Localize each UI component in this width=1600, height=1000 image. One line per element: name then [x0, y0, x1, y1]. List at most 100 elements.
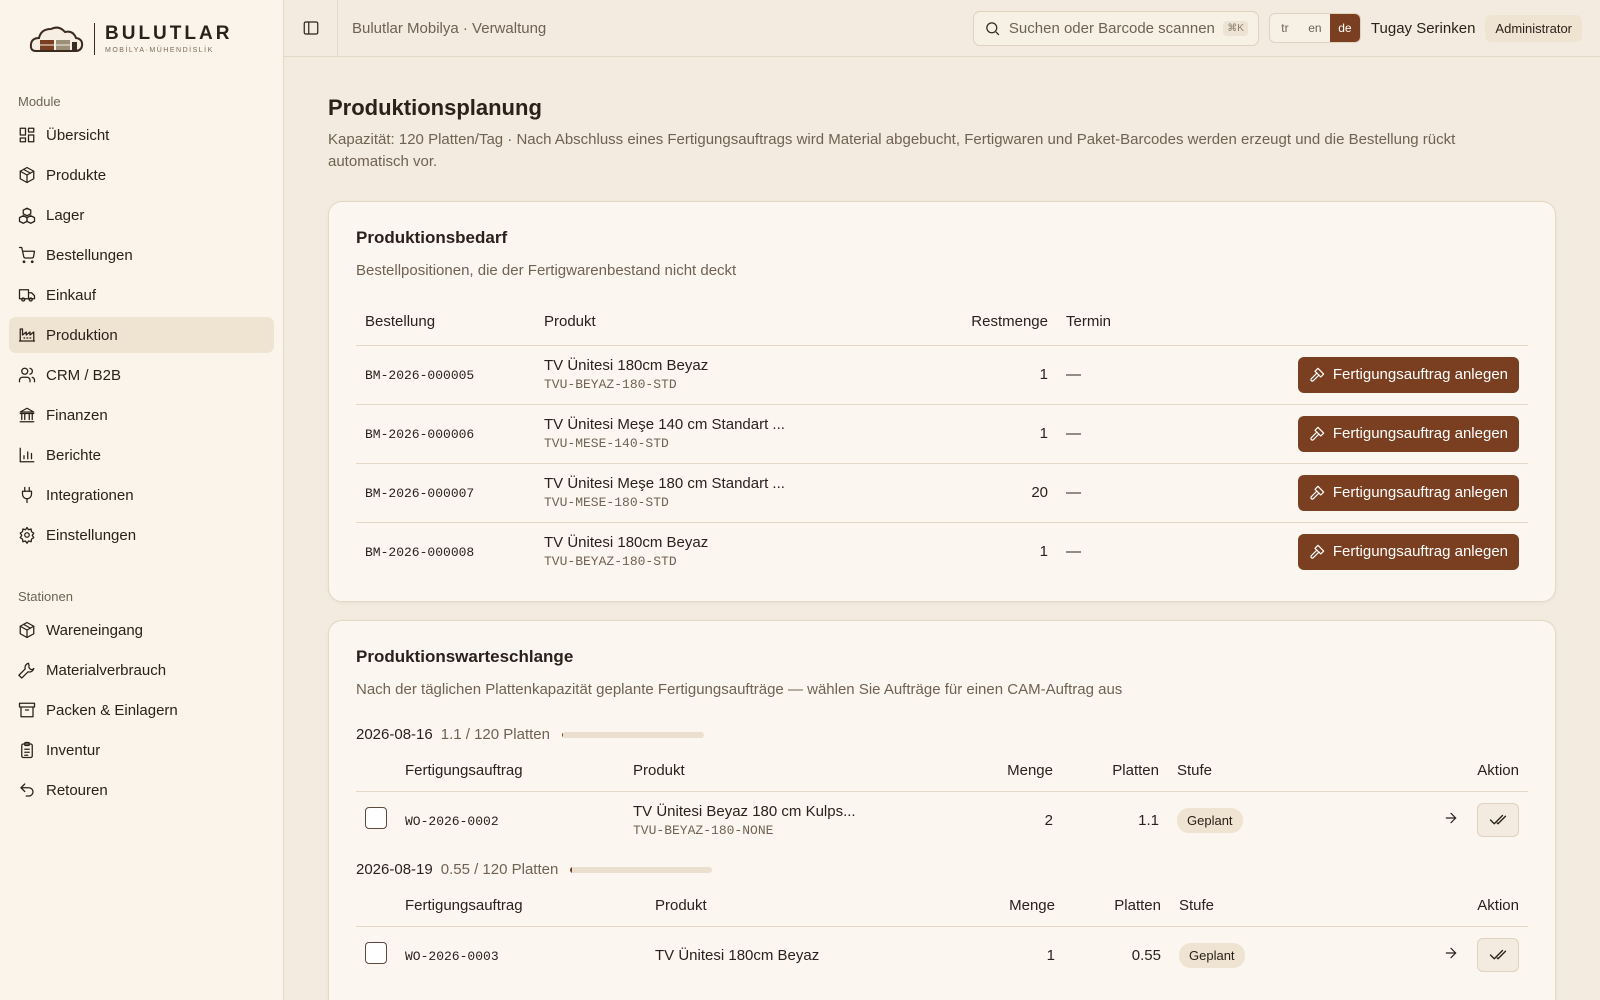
page-description: Kapazität: 120 Platten/Tag · Nach Abschl…	[328, 131, 1456, 170]
due-date: —	[1048, 463, 1152, 523]
search-shortcut: ⌘K	[1223, 20, 1248, 36]
arrow-right-icon	[1445, 812, 1457, 824]
sidebar-item-finanzen[interactable]: Finanzen	[9, 397, 274, 433]
page-title: Produktionsplanung	[328, 95, 542, 120]
advance-button[interactable]	[1443, 810, 1459, 830]
work-order-number[interactable]: WO-2026-0003	[405, 949, 499, 964]
sidebar-item-integrationen[interactable]: Integrationen	[9, 477, 274, 513]
demand-title: Produktionsbedarf	[356, 228, 508, 247]
sidebar-item-packen[interactable]: Packen & Einlagern	[9, 692, 274, 728]
sidebar-item-label: Lager	[46, 206, 85, 224]
sidebar-item-einkauf[interactable]: Einkauf	[9, 277, 274, 313]
queue-table: Fertigungsauftrag Produkt Menge Platten …	[356, 751, 1528, 849]
archive-icon	[18, 702, 36, 718]
product-name: TV Ünitesi Beyaz 180 cm Kulps...	[633, 802, 856, 820]
sidebar-item-label: Inventur	[46, 741, 101, 759]
day-capacity: 0.55 / 120 Platten	[440, 861, 559, 878]
column-header-qty: Menge	[933, 751, 1053, 792]
advance-button[interactable]	[1443, 945, 1459, 965]
complete-button[interactable]	[1477, 938, 1519, 973]
sidebar-item-crm[interactable]: CRM / B2B	[9, 357, 274, 393]
clipboard-icon	[21, 741, 33, 759]
table-row: BM-2026-000005 TV Ünitesi 180cm Beyaz TVU…	[356, 345, 1528, 405]
product-sku: TVU-MESE-140-STD	[544, 436, 669, 451]
cloud-logo-icon	[29, 26, 84, 52]
sidebar-item-lager[interactable]: Lager	[9, 197, 274, 233]
sidebar-item-label: CRM / B2B	[46, 366, 122, 384]
package-icon	[19, 166, 35, 184]
sidebar-item-materialverbrauch[interactable]: Materialverbrauch	[9, 652, 274, 688]
create-work-order-button[interactable]: Fertigungsauftrag anlegen	[1297, 415, 1519, 452]
sidebar-item-label: Berichte	[46, 446, 102, 464]
sidebar-item-produkte[interactable]: Produkte	[9, 157, 274, 193]
sidebar-item-berichte[interactable]: Berichte	[9, 437, 274, 473]
factory-icon	[18, 328, 36, 342]
sidebar-item-retouren[interactable]: Retouren	[9, 772, 274, 808]
language-de-button[interactable]: de	[1329, 14, 1360, 42]
brand-name: BULUTLAR	[105, 23, 233, 44]
product-name: TV Ünitesi Meşe 140 cm Standart ...	[544, 416, 785, 433]
boxes-icon	[18, 207, 36, 224]
complete-button[interactable]	[1477, 803, 1519, 838]
sidebar-toggle-button[interactable]	[284, 0, 338, 57]
sidebar-item-label: Übersicht	[46, 126, 110, 144]
sidebar-item-produktion[interactable]: Produktion	[9, 317, 274, 353]
user-role-badge: Administrator	[1485, 14, 1582, 42]
order-number[interactable]: BM-2026-000005	[365, 368, 474, 383]
capacity-fill	[570, 866, 572, 873]
language-tr-button[interactable]: tr	[1270, 14, 1300, 42]
demand-card: Produktionsbedarf Bestellpositionen, die…	[328, 201, 1556, 602]
column-header-action: Aktion	[1341, 751, 1528, 792]
sidebar-item-label: Einstellungen	[46, 526, 137, 544]
product-name: TV Ünitesi 180cm Beyaz	[544, 357, 709, 374]
brand-logo[interactable]: BULUTLAR MOBİLYA·MÜHENDİSLİK	[0, 0, 283, 78]
sidebar-item-label: Bestellungen	[46, 246, 133, 264]
product-name: TV Ünitesi Meşe 180 cm Standart ...	[544, 475, 785, 492]
due-date: —	[1066, 543, 1081, 561]
column-header-product: Produkt	[633, 751, 933, 792]
search-input[interactable]: Suchen oder Barcode scannen ⌘K	[972, 10, 1259, 46]
sidebar-item-einstellungen[interactable]: Einstellungen	[9, 517, 274, 553]
product-name: TV Ünitesi 180cm Beyaz	[655, 946, 820, 964]
column-header-due: Termin	[1048, 299, 1152, 346]
work-order-number[interactable]: WO-2026-0002	[405, 814, 499, 829]
queue-day-header: 2026-08-16 1.1 / 120 Platten	[356, 726, 1528, 743]
wrench-icon	[18, 662, 35, 679]
sidebar-item-label: Finanzen	[46, 406, 108, 424]
column-header-product: Produkt	[655, 886, 955, 927]
select-checkbox[interactable]	[365, 942, 387, 965]
create-work-order-button[interactable]: Fertigungsauftrag anlegen	[1297, 533, 1519, 570]
undo-icon	[20, 783, 34, 797]
order-number[interactable]: BM-2026-000007	[365, 486, 474, 501]
sidebar-item-uebersicht[interactable]: Übersicht	[9, 117, 274, 153]
sidebar-item-inventur[interactable]: Inventur	[9, 732, 274, 768]
column-header-panels: Platten	[1053, 751, 1159, 792]
brand-tagline: MOBİLYA·MÜHENDİSLİK	[105, 47, 214, 54]
user-name[interactable]: Tugay Serinken	[1371, 20, 1476, 37]
order-number[interactable]: BM-2026-000008	[365, 545, 474, 560]
queue-title: Produktionswarteschlange	[356, 647, 574, 666]
remaining-qty: 1	[844, 345, 1048, 405]
button-label: Fertigungsauftrag anlegen	[1332, 543, 1508, 561]
create-work-order-button[interactable]: Fertigungsauftrag anlegen	[1297, 356, 1519, 393]
sidebar-item-wareneingang[interactable]: Wareneingang	[9, 612, 274, 648]
logo-divider	[94, 23, 95, 55]
language-en-button[interactable]: en	[1300, 14, 1330, 42]
stage-badge: Geplant	[1177, 807, 1243, 833]
create-work-order-button[interactable]: Fertigungsauftrag anlegen	[1297, 474, 1519, 511]
quantity: 2	[1044, 811, 1053, 829]
column-header-work-order: Fertigungsauftrag	[405, 751, 633, 792]
due-date: —	[1048, 404, 1152, 464]
table-row: WO-2026-0002 TV Ünitesi Beyaz 180 cm Kul…	[356, 791, 1528, 849]
sidebar-item-label: Wareneingang	[46, 621, 144, 639]
chart-icon	[19, 447, 35, 463]
package-icon	[19, 621, 35, 639]
plug-icon	[21, 486, 33, 504]
button-label: Fertigungsauftrag anlegen	[1332, 425, 1508, 442]
select-checkbox[interactable]	[365, 807, 387, 830]
dashboard-icon	[19, 127, 35, 143]
order-number[interactable]: BM-2026-000006	[365, 427, 474, 442]
button-label: Fertigungsauftrag anlegen	[1332, 484, 1508, 501]
sidebar-item-bestellungen[interactable]: Bestellungen	[9, 237, 274, 273]
capacity-bar	[570, 866, 713, 873]
